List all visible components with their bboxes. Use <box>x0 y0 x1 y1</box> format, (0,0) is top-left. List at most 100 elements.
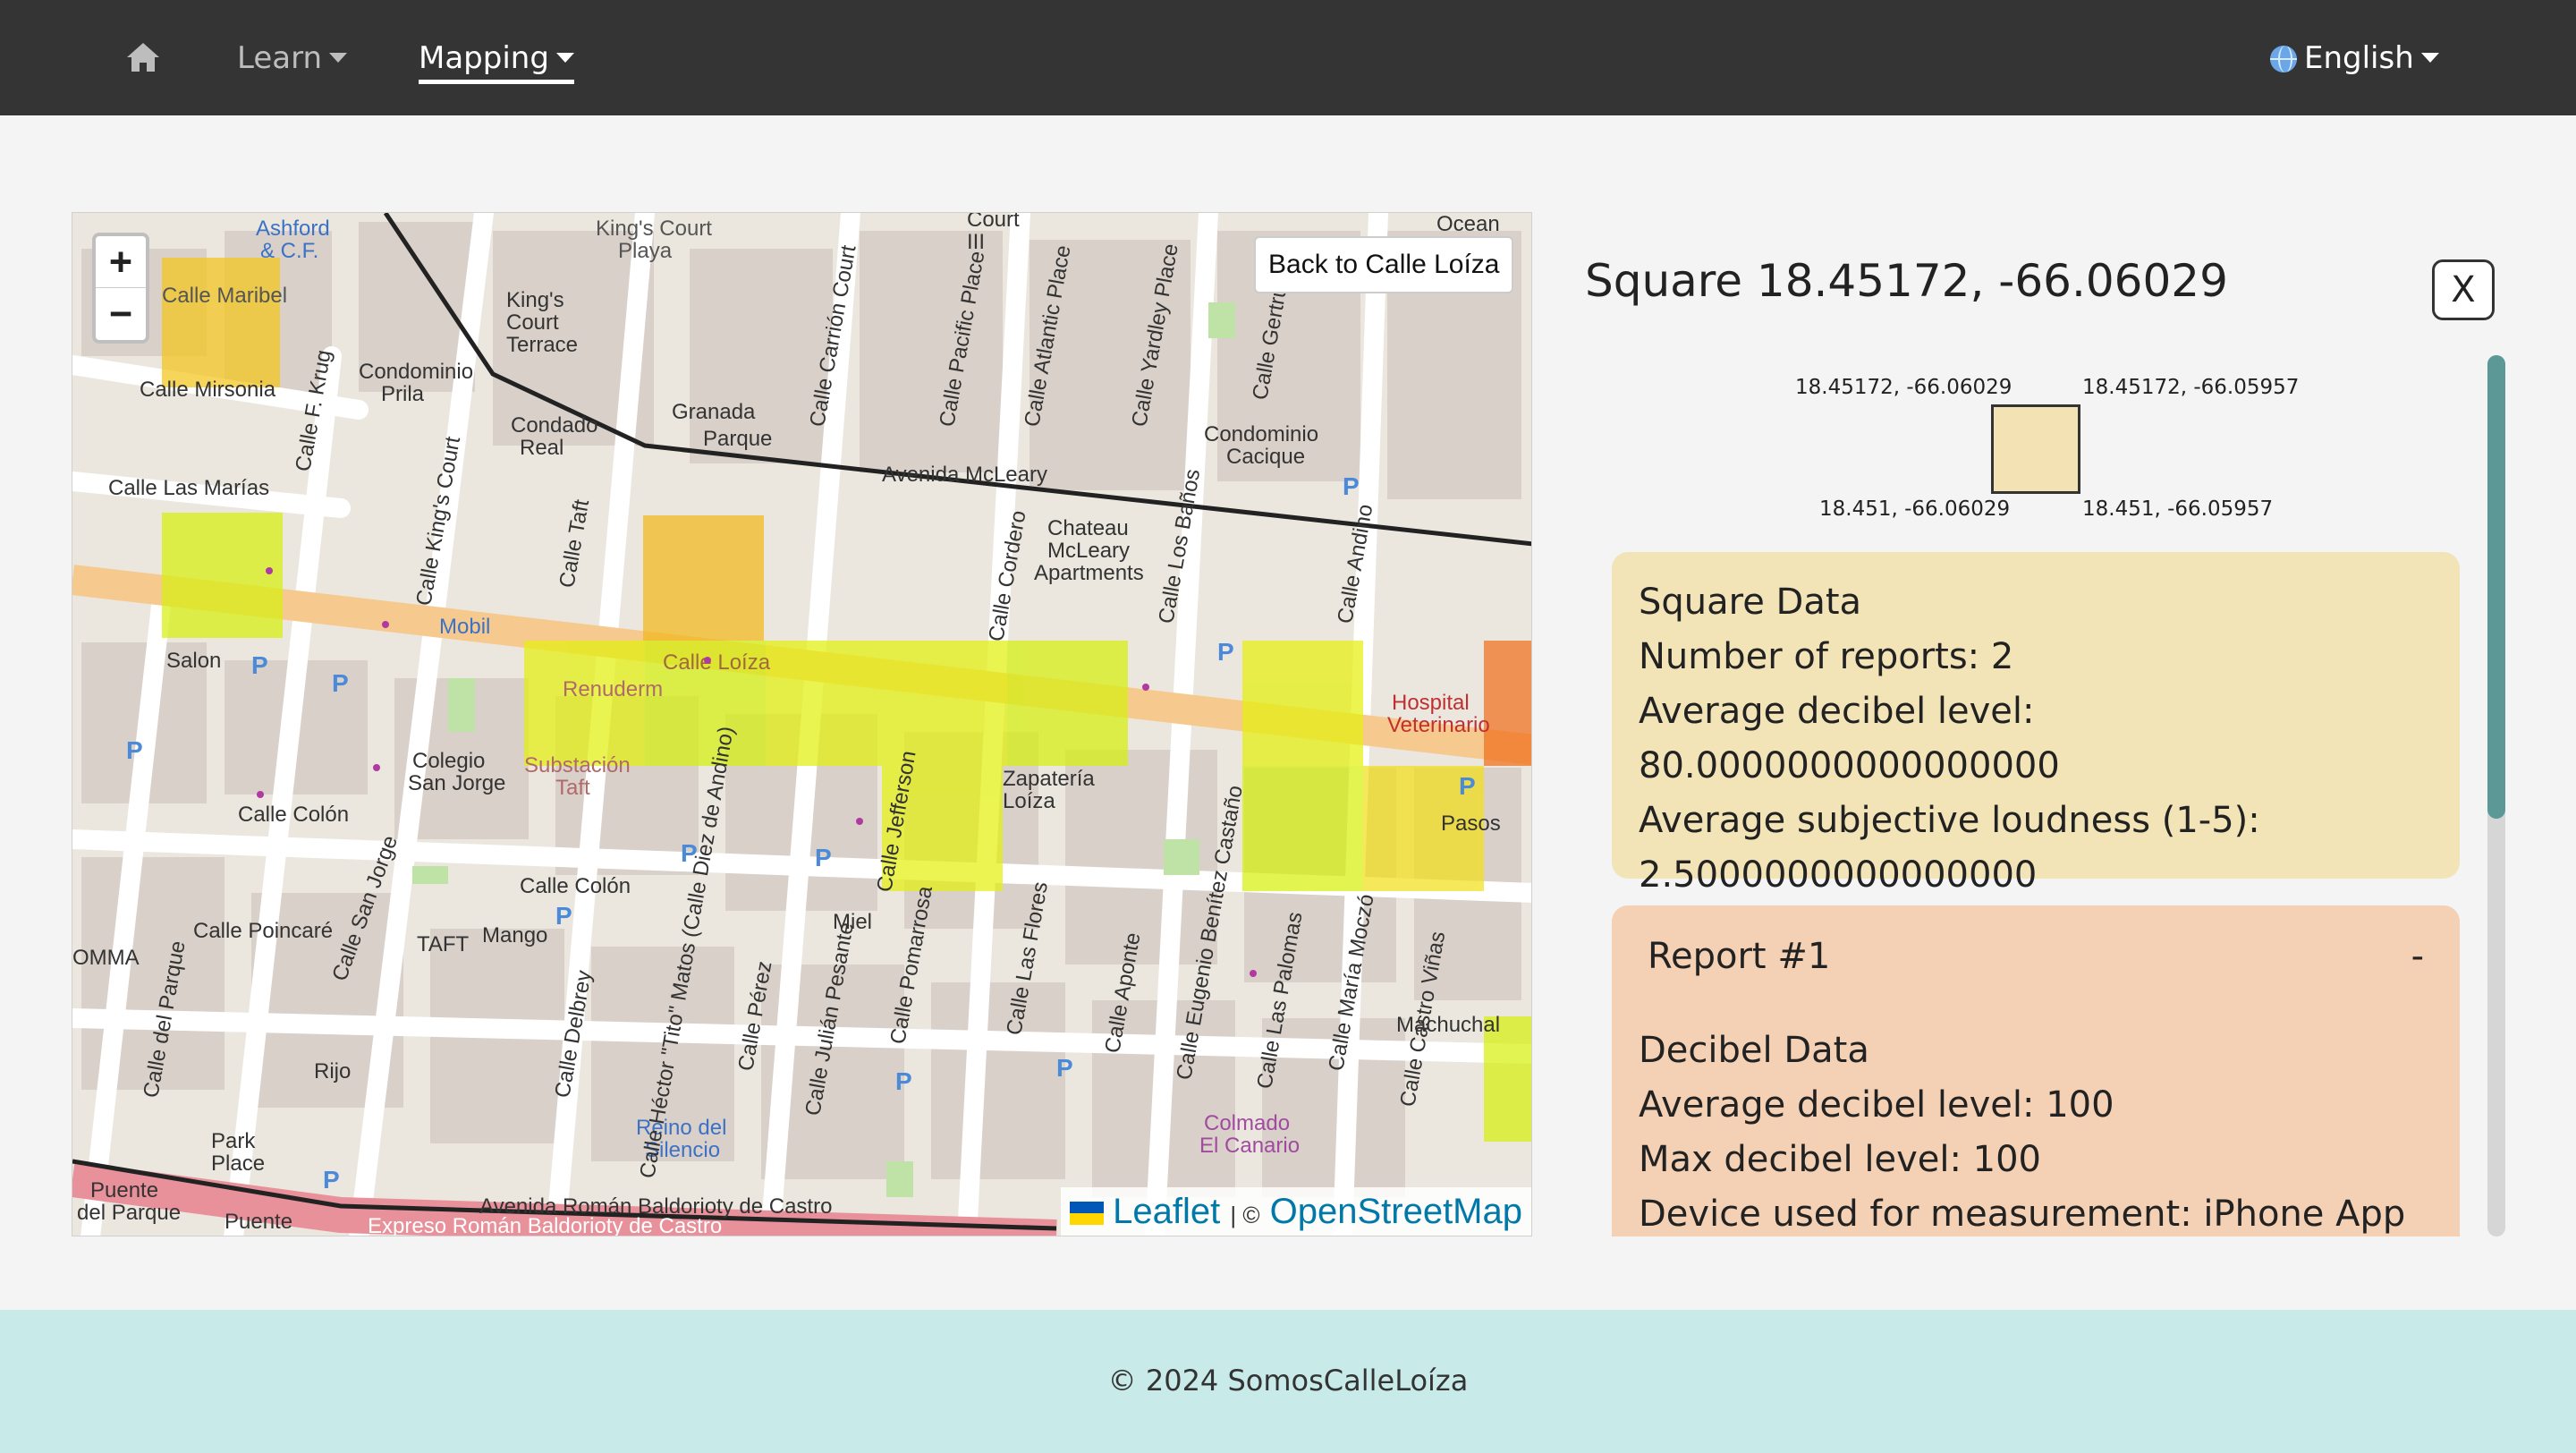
svg-text:OMMA: OMMA <box>72 946 140 970</box>
svg-text:Mobil: Mobil <box>439 615 490 639</box>
svg-text:TAFT: TAFT <box>417 932 470 956</box>
svg-text:Renuderm: Renuderm <box>563 677 663 701</box>
svg-text:Pasos: Pasos <box>1441 811 1501 836</box>
square-details-scroll[interactable]: Square Data Number of reports: 2 Average… <box>1612 552 2460 1236</box>
language-selector[interactable]: English <box>2270 34 2439 82</box>
svg-text:Terrace: Terrace <box>506 333 578 357</box>
svg-text:Calle Maribel: Calle Maribel <box>162 284 287 308</box>
chevron-down-icon <box>2420 53 2439 63</box>
zoom-in-button[interactable]: + <box>96 236 146 288</box>
svg-text:Apartments: Apartments <box>1034 561 1144 585</box>
ukraine-flag-icon <box>1070 1202 1105 1225</box>
svg-text:Place: Place <box>211 1151 265 1176</box>
close-panel-button[interactable]: X <box>2432 259 2495 320</box>
svg-text:Colmado: Colmado <box>1204 1111 1290 1135</box>
svg-text:Playa: Playa <box>618 239 673 263</box>
svg-text:Salon: Salon <box>166 649 221 673</box>
svg-text:Puente: Puente <box>90 1178 158 1202</box>
top-navbar: Learn Mapping English <box>0 0 2576 115</box>
svg-text:El Canario: El Canario <box>1199 1134 1300 1158</box>
report-count: Number of reports: 2 <box>1639 636 2014 677</box>
average-loudness-value: 2.5000000000000000 <box>1639 854 2038 896</box>
nav-mapping-menu[interactable]: Mapping <box>419 34 574 84</box>
scrollbar-thumb[interactable] <box>2487 355 2505 819</box>
svg-text:Court: Court <box>506 310 559 335</box>
report-max-decibel: Max decibel level: 100 <box>1639 1139 2041 1180</box>
chevron-down-icon <box>329 53 348 63</box>
leaflet-link[interactable]: Leaflet <box>1113 1192 1220 1231</box>
svg-text:P: P <box>1459 772 1476 800</box>
svg-text:& C.F.: & C.F. <box>260 239 318 263</box>
svg-text:P: P <box>815 844 832 871</box>
footer: © 2024 SomosCalleLoíza <box>0 1310 2576 1453</box>
svg-text:Loíza: Loíza <box>1003 789 1055 813</box>
collapse-toggle[interactable]: - <box>2411 936 2433 977</box>
svg-text:Calle Las Marías: Calle Las Marías <box>108 476 269 500</box>
square-data-heading: Square Data <box>1639 582 1862 623</box>
panel-scrollbar[interactable] <box>2487 355 2505 1236</box>
report-device: Device used for measurement: iPhone App <box>1639 1194 2406 1235</box>
svg-text:Rijo: Rijo <box>314 1059 351 1083</box>
noise-map[interactable]: PPP PPP PPP PPP Calle Mirsonia Calle Las… <box>72 212 1532 1236</box>
svg-text:Substación: Substación <box>524 753 631 777</box>
svg-text:San Jorge: San Jorge <box>408 771 505 795</box>
svg-text:McLeary: McLeary <box>1047 539 1130 563</box>
svg-text:Colegio: Colegio <box>412 749 485 773</box>
svg-text:Calle Poincaré: Calle Poincaré <box>193 919 333 943</box>
svg-text:Puente: Puente <box>225 1210 292 1234</box>
svg-text:Calle Loíza: Calle Loíza <box>663 650 771 675</box>
average-decibel: Average decibel level: 80.00000000000000… <box>1639 691 2060 786</box>
svg-text:P: P <box>1343 472 1360 500</box>
language-label: English <box>2304 40 2414 76</box>
svg-text:Mango: Mango <box>482 923 547 947</box>
report-header[interactable]: Report #1 - <box>1639 936 2433 977</box>
svg-text:Granada: Granada <box>672 400 756 424</box>
svg-text:Condado: Condado <box>511 413 597 438</box>
svg-text:Condominio: Condominio <box>1204 422 1318 446</box>
corner-top-left-coord: 18.45172, -66.06029 <box>1795 376 2012 399</box>
svg-text:Calle Mirsonia: Calle Mirsonia <box>140 378 276 402</box>
map-attribution: Leaflet | © OpenStreetMap <box>1061 1187 1531 1236</box>
report-card: Report #1 - Decibel Data Average decibel… <box>1612 905 2460 1236</box>
corner-bottom-left-coord: 18.451, -66.06029 <box>1819 497 2011 521</box>
svg-text:Calle Colón: Calle Colón <box>238 803 349 827</box>
svg-text:P: P <box>323 1166 340 1194</box>
svg-text:Parque: Parque <box>703 427 772 451</box>
svg-text:P: P <box>895 1067 912 1095</box>
square-data-card: Square Data Number of reports: 2 Average… <box>1612 552 2460 896</box>
svg-text:Court: Court <box>967 213 1020 232</box>
svg-text:Condominio: Condominio <box>359 360 473 384</box>
openstreetmap-link[interactable]: OpenStreetMap <box>1270 1192 1522 1231</box>
nav-mapping-label: Mapping <box>419 40 549 76</box>
svg-text:Chateau: Chateau <box>1047 516 1129 540</box>
square-title: Square 18.45172, -66.06029 <box>1585 255 2228 307</box>
home-icon[interactable] <box>125 41 161 73</box>
report-average-decibel: Average decibel level: 100 <box>1639 1084 2114 1126</box>
svg-text:P: P <box>1056 1054 1073 1082</box>
svg-text:King's: King's <box>506 288 564 312</box>
attribution-separator: | © <box>1230 1202 1260 1228</box>
svg-text:P: P <box>126 736 143 764</box>
zoom-control: + − <box>92 233 149 344</box>
svg-text:Ashford: Ashford <box>256 217 330 241</box>
map-tiles: PPP P PP PPP P PP Calle Mirsonia Calle Las… <box>72 213 1531 1236</box>
svg-text:Veterinario: Veterinario <box>1387 713 1490 737</box>
report-title: Report #1 <box>1648 936 1831 977</box>
decibel-data-heading: Decibel Data <box>1639 1030 1869 1071</box>
svg-text:Park: Park <box>211 1129 256 1153</box>
svg-text:P: P <box>332 669 349 697</box>
svg-text:Avenida McLeary: Avenida McLeary <box>882 463 1047 487</box>
svg-text:Expreso Román Baldorioty de Ca: Expreso Román Baldorioty de Castro <box>368 1214 722 1236</box>
copyright-text: © 2024 SomosCalleLoíza <box>1107 1364 1469 1398</box>
svg-text:P: P <box>555 902 572 930</box>
svg-text:Ocean: Ocean <box>1436 213 1500 236</box>
nav-learn-menu[interactable]: Learn <box>237 34 348 84</box>
svg-text:P: P <box>251 651 268 679</box>
back-to-calle-loiza-button[interactable]: Back to Calle Loíza <box>1254 236 1514 293</box>
corner-bottom-right-coord: 18.451, -66.05957 <box>2082 497 2274 521</box>
chevron-down-icon <box>555 53 574 63</box>
zoom-out-button[interactable]: − <box>96 288 146 340</box>
svg-text:del Parque: del Parque <box>77 1201 181 1225</box>
svg-text:Zapatería: Zapatería <box>1003 767 1095 791</box>
svg-text:Calle Colón: Calle Colón <box>520 874 631 898</box>
